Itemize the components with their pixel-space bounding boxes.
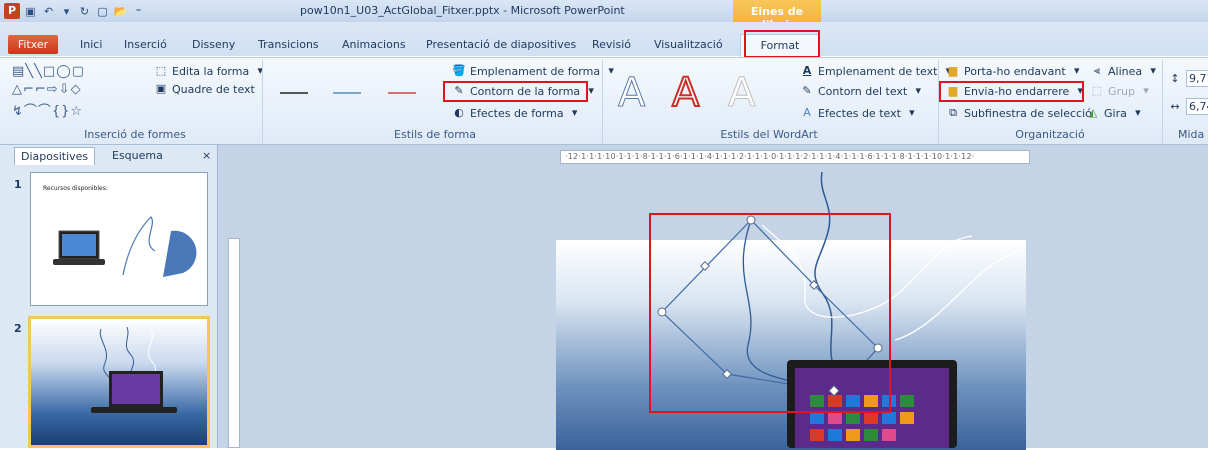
- tab-insert[interactable]: Inserció: [124, 38, 167, 51]
- pencil-icon: ✎: [454, 84, 464, 97]
- text-box-icon: ▣: [155, 82, 167, 95]
- bring-forward-button[interactable]: ▆ Porta-ho endavant ▾: [946, 64, 1084, 78]
- window-title: pow10n1_U03_ActGlobal_Fitxer.pptx - Micr…: [300, 4, 625, 17]
- shape-style-swatch-3[interactable]: [388, 92, 416, 94]
- slide-thumbnail-graphics: [91, 326, 177, 413]
- dropdown-icon: ▾: [257, 64, 263, 77]
- tab-view[interactable]: Visualització: [654, 38, 723, 51]
- shapes-gallery-row2[interactable]: △⌐⌐⇨⇩◇: [12, 82, 82, 97]
- tab-animations[interactable]: Animacions: [342, 38, 406, 51]
- tab-slides[interactable]: Diapositives: [14, 147, 96, 165]
- effects-icon: ◐: [454, 106, 464, 119]
- tab-format[interactable]: Format: [740, 34, 820, 58]
- text-effects-icon: A: [803, 106, 811, 119]
- title-bar: P ▣ ↶ ▾ ↻ ▢ 📂 ⁼ pow10n1_U03_ActGlobal_Fi…: [0, 0, 1208, 22]
- close-panel-icon[interactable]: ×: [196, 147, 217, 165]
- dropdown-icon: ▾: [909, 106, 915, 119]
- slide-canvas[interactable]: [556, 240, 1026, 450]
- slide-thumbnail-2[interactable]: [28, 316, 210, 448]
- shapes-gallery[interactable]: ▤╲╲□◯▢: [12, 64, 85, 79]
- dropdown-icon: ▾: [588, 84, 594, 97]
- undo-icon[interactable]: ↶: [41, 4, 56, 19]
- group-separator: [262, 60, 263, 143]
- quick-access-toolbar: P ▣ ↶ ▾ ↻ ▢ 📂 ⁼: [4, 3, 146, 19]
- group-label-wordart: Estils del WordArt: [720, 128, 818, 141]
- shape-effects-button[interactable]: ◐ Efectes de forma ▾: [452, 106, 582, 120]
- shapes-gallery-row3[interactable]: ↯⌒⌒{}☆: [12, 100, 83, 119]
- wordart-style-1[interactable]: A: [617, 70, 645, 117]
- text-fill-button[interactable]: A Emplenament de text ▾: [800, 64, 955, 78]
- tab-design[interactable]: Disseny: [192, 38, 235, 51]
- text-outline-icon: ✎: [802, 84, 812, 97]
- shape-height-field[interactable]: ↕9,71: [1168, 70, 1208, 87]
- dropdown-icon: ▾: [1150, 64, 1156, 77]
- edit-shape-button[interactable]: ⬚ Edita la forma ▾: [154, 64, 267, 78]
- text-effects-button[interactable]: A Efectes de text ▾: [800, 106, 919, 120]
- group-label-shape-styles: Estils de forma: [394, 128, 476, 141]
- send-backward-button[interactable]: ▆ Envia-ho endarrere ▾: [946, 84, 1087, 98]
- rotate-button[interactable]: ◭ Gira ▾: [1086, 106, 1145, 120]
- dropdown-icon: ▾: [1135, 106, 1141, 119]
- wordart-style-2[interactable]: A: [671, 69, 700, 117]
- bring-forward-icon: ▆: [948, 64, 958, 77]
- wordart-style-3[interactable]: A: [727, 70, 755, 117]
- group-label-insert-shapes: Inserció de formes: [84, 128, 186, 141]
- shape-fill-button[interactable]: 🪣 Emplenament de forma ▾: [452, 64, 618, 78]
- send-backward-icon: ▆: [948, 84, 958, 97]
- shape-outline-button[interactable]: ✎ Contorn de la forma ▾: [452, 84, 598, 98]
- shape-width-field[interactable]: ↔6,74: [1168, 98, 1208, 115]
- powerpoint-logo-icon[interactable]: P: [4, 3, 20, 19]
- customize-qat-icon[interactable]: ⁼: [131, 4, 146, 19]
- vertical-ruler[interactable]: [228, 238, 240, 448]
- dropdown-icon: ▾: [1073, 64, 1080, 77]
- slide-number: 1: [14, 178, 22, 191]
- tab-home[interactable]: Inici: [80, 38, 102, 51]
- height-icon: ↕: [1170, 71, 1180, 85]
- horizontal-ruler[interactable]: ·12·1·1·1·10·1·1·1·8·1·1·1·6·1·1·1·4·1·1…: [560, 150, 1030, 164]
- dropdown-icon: ▾: [608, 64, 614, 77]
- slide-number: 2: [14, 322, 22, 335]
- selection-pane-button[interactable]: ⧉ Subfinestra de selecció: [946, 106, 1092, 120]
- width-icon: ↔: [1170, 99, 1180, 113]
- tab-slide-show[interactable]: Presentació de diapositives: [426, 38, 576, 51]
- undo-dropdown-icon[interactable]: ▾: [59, 4, 74, 19]
- align-button[interactable]: ⫷ Alinea ▾: [1090, 64, 1160, 78]
- text-fill-icon: A: [802, 64, 812, 77]
- slide-thumbnail-1[interactable]: Recursos disponibles:: [30, 172, 208, 306]
- dropdown-icon: ▾: [571, 106, 578, 119]
- save-icon[interactable]: ▣: [23, 4, 38, 19]
- shape-style-swatch-1[interactable]: [280, 92, 308, 94]
- group-icon: ⬚: [1091, 84, 1103, 97]
- tab-transitions[interactable]: Transicions: [258, 38, 319, 51]
- selection-pane-icon: ⧉: [949, 106, 957, 119]
- redo-icon[interactable]: ↻: [77, 4, 92, 19]
- shape-style-swatch-2[interactable]: [333, 92, 361, 94]
- align-icon: ⫷: [1093, 64, 1101, 77]
- text-outline-button[interactable]: ✎ Contorn del text ▾: [800, 84, 925, 98]
- dropdown-icon: ▾: [1143, 84, 1149, 97]
- group-button[interactable]: ⬚ Grup ▾: [1090, 84, 1153, 98]
- open-folder-icon[interactable]: 📂: [113, 4, 128, 19]
- text-box-button[interactable]: ▣ Quadre de text: [154, 82, 255, 96]
- group-separator: [602, 60, 603, 143]
- tab-review[interactable]: Revisió: [592, 38, 631, 51]
- tab-outline[interactable]: Esquema: [106, 147, 169, 165]
- paint-bucket-icon: 🪣: [452, 64, 466, 77]
- group-separator: [1162, 60, 1163, 143]
- slide-thumbnail-graphics: [53, 216, 197, 277]
- dropdown-icon: ▾: [915, 84, 922, 97]
- group-label-arrange: Organització: [1015, 128, 1085, 141]
- group-label-size: Mida: [1178, 128, 1205, 141]
- dropdown-icon: ▾: [1077, 84, 1084, 97]
- group-separator: [938, 60, 939, 143]
- new-document-icon[interactable]: ▢: [95, 4, 110, 19]
- edit-shape-icon: ⬚: [155, 64, 167, 77]
- rotate-icon: ◭: [1088, 106, 1098, 119]
- tab-file[interactable]: Fitxer: [8, 35, 58, 54]
